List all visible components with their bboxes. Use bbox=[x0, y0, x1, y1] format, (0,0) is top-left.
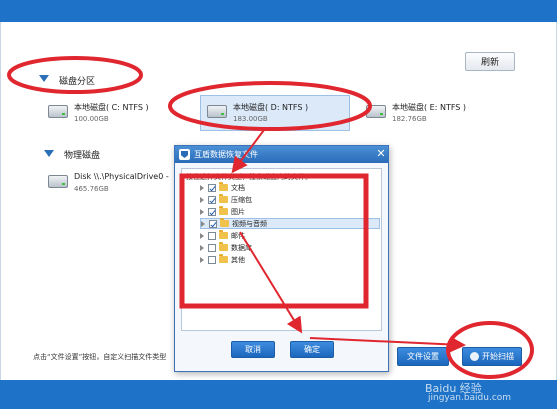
folder-icon bbox=[219, 182, 228, 191]
collapse-partitions-icon[interactable] bbox=[39, 75, 49, 82]
checkbox[interactable] bbox=[208, 207, 216, 216]
file-type-label: 压缩包 bbox=[231, 195, 252, 204]
file-type-item-images[interactable]: 图片 bbox=[200, 206, 380, 217]
partition-c[interactable]: 本地磁盘( C: NTFS ) 100.00GB bbox=[42, 96, 182, 132]
file-type-item-archives[interactable]: 压缩包 bbox=[200, 194, 380, 205]
checkbox[interactable] bbox=[208, 255, 216, 264]
hard-drive-icon bbox=[207, 105, 227, 118]
file-type-tree: 按住选择文件类型，搜索磁盘内的文件。 文档 压缩包 图片 视频与音频 邮件 数据… bbox=[181, 168, 382, 331]
dialog-title: 互盾数据恢复文件 bbox=[194, 150, 258, 159]
file-type-item-documents[interactable]: 文档 bbox=[200, 182, 380, 193]
partition-name: 本地磁盘( E: NTFS ) bbox=[392, 103, 467, 112]
partitions-section-title: 磁盘分区 bbox=[59, 77, 96, 87]
partition-name: 本地磁盘( D: NTFS ) bbox=[233, 103, 309, 112]
checkbox[interactable] bbox=[208, 243, 216, 252]
cancel-button[interactable]: 取消 bbox=[231, 341, 275, 358]
file-settings-button[interactable]: 文件设置 bbox=[397, 347, 449, 366]
start-scan-button[interactable]: 开始扫描 bbox=[462, 347, 522, 366]
shield-logo-icon bbox=[179, 149, 190, 160]
expand-icon[interactable] bbox=[200, 196, 205, 203]
expand-icon[interactable] bbox=[200, 244, 205, 251]
hard-drive-icon bbox=[48, 105, 68, 118]
expand-icon[interactable] bbox=[200, 184, 205, 191]
physical-section-title: 物理磁盘 bbox=[64, 151, 101, 161]
checkbox[interactable] bbox=[208, 195, 216, 204]
expand-icon[interactable] bbox=[200, 208, 205, 215]
refresh-button[interactable]: 刷新 bbox=[465, 52, 515, 71]
file-type-item-other[interactable]: 其他 bbox=[200, 254, 380, 265]
watermark-url: jingyan.baidu.com bbox=[428, 393, 512, 403]
file-type-dialog: 互盾数据恢复文件 ✕ 按住选择文件类型，搜索磁盘内的文件。 文档 压缩包 图片 … bbox=[174, 145, 389, 372]
folder-icon bbox=[220, 218, 229, 227]
file-type-label: 文档 bbox=[231, 183, 245, 192]
file-type-item-video-audio[interactable]: 视频与音频 bbox=[200, 218, 380, 229]
file-type-label: 图片 bbox=[231, 207, 245, 216]
folder-icon bbox=[219, 194, 228, 203]
file-type-label: 视频与音频 bbox=[232, 219, 267, 228]
hard-drive-icon bbox=[48, 175, 68, 188]
hint-text: 点击“文件设置”按钮，自定义扫描文件类型 bbox=[33, 353, 167, 361]
collapse-physical-icon[interactable] bbox=[44, 150, 54, 157]
file-type-item-database[interactable]: 数据库 bbox=[200, 242, 380, 253]
physical-disk-size: 465.76GB bbox=[74, 185, 109, 193]
checkbox[interactable] bbox=[209, 219, 217, 228]
checkbox[interactable] bbox=[208, 231, 216, 240]
partition-e[interactable]: 本地磁盘( E: NTFS ) 182.76GB bbox=[360, 96, 500, 132]
expand-icon[interactable] bbox=[200, 256, 205, 263]
physical-disk[interactable]: Disk \\.\PhysicalDrive0 - 465.76GB bbox=[42, 166, 172, 202]
checkbox[interactable] bbox=[208, 183, 216, 192]
close-icon[interactable]: ✕ bbox=[375, 147, 387, 161]
tree-description: 按住选择文件类型，搜索磁盘内的文件。 bbox=[186, 173, 312, 181]
folder-icon bbox=[219, 230, 228, 239]
file-type-item-mail[interactable]: 邮件 bbox=[200, 230, 380, 241]
partition-name: 本地磁盘( C: NTFS ) bbox=[74, 103, 149, 112]
folder-icon bbox=[219, 242, 228, 251]
partition-d[interactable]: 本地磁盘( D: NTFS ) 183.00GB bbox=[200, 95, 350, 131]
file-type-label: 邮件 bbox=[231, 231, 245, 240]
ok-button[interactable]: 确定 bbox=[290, 341, 334, 358]
expand-icon[interactable] bbox=[200, 232, 205, 239]
scan-icon bbox=[470, 352, 479, 361]
folder-icon bbox=[219, 206, 228, 215]
start-scan-label: 开始扫描 bbox=[482, 352, 514, 361]
partition-size: 100.00GB bbox=[74, 115, 109, 123]
window-title-bar bbox=[0, 0, 557, 22]
physical-disk-name: Disk \\.\PhysicalDrive0 - bbox=[74, 172, 169, 181]
hard-drive-icon bbox=[366, 105, 386, 118]
partition-size: 182.76GB bbox=[392, 115, 427, 123]
file-type-label: 其他 bbox=[231, 255, 245, 264]
folder-icon bbox=[219, 254, 228, 263]
expand-icon[interactable] bbox=[201, 220, 206, 227]
file-type-label: 数据库 bbox=[231, 243, 252, 252]
dialog-title-bar: 互盾数据恢复文件 ✕ bbox=[175, 146, 388, 163]
partition-size: 183.00GB bbox=[233, 115, 268, 123]
